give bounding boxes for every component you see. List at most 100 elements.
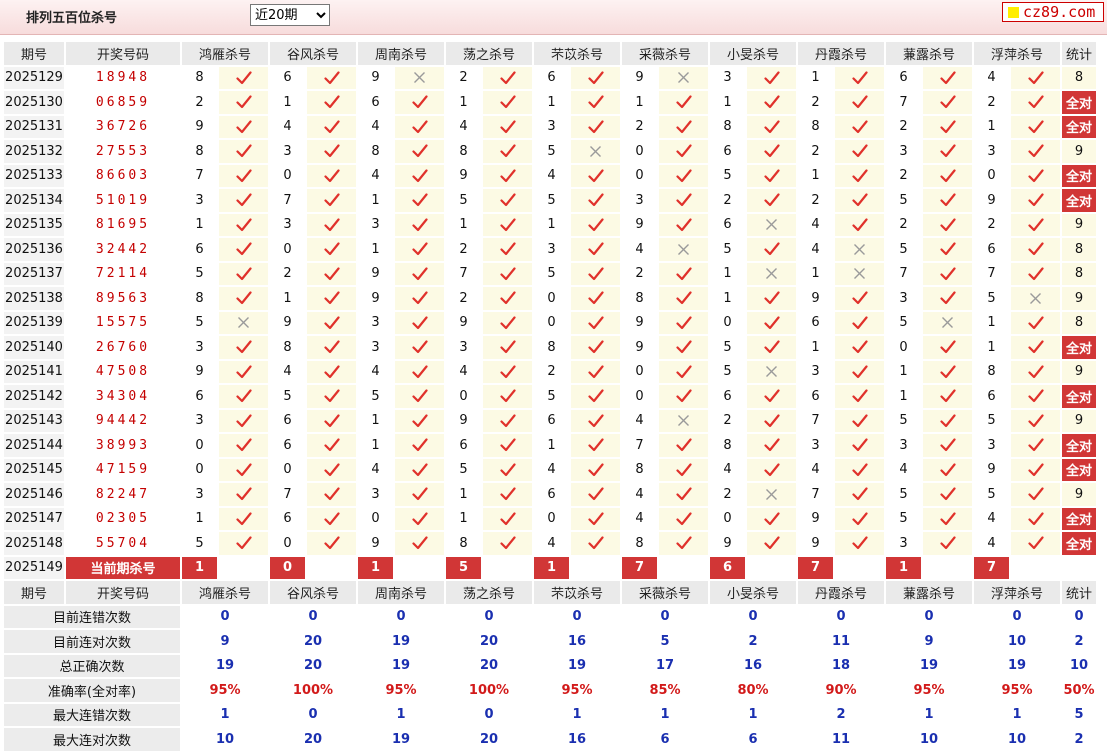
kill-number: 7 [886,262,921,285]
kill-number: 1 [798,164,833,187]
kill-number: 2 [886,164,921,187]
kill-number: 3 [886,287,921,310]
issue-number: 2025140 [4,336,64,359]
kill-number: 8 [710,434,745,457]
summary-value: 6 [622,728,708,751]
summary-value: 85% [622,679,708,702]
check-icon [219,532,268,555]
check-icon [219,66,268,89]
kill-number: 4 [358,458,393,481]
check-icon [659,287,708,310]
check-icon [747,140,796,163]
check-icon [307,507,356,530]
summary-value: 0 [1062,605,1096,628]
kill-number: 1 [710,262,745,285]
kill-number: 3 [534,238,569,261]
summary-value: 20 [270,630,356,653]
kill-number: 6 [182,385,217,408]
cross-icon [747,483,796,506]
table-row: 2025142 34304 6 5 5 0 5 0 6 6 1 6 全对 [4,385,1096,408]
kill-number: 3 [182,483,217,506]
check-icon [571,336,620,359]
current-kill-number: 0 [270,556,305,579]
check-icon [835,532,884,555]
current-kill-number: 1 [182,556,217,579]
kill-number: 3 [798,434,833,457]
kill-number: 3 [446,336,481,359]
summary-value: 100% [270,679,356,702]
check-icon [659,164,708,187]
check-icon [923,262,972,285]
summary-row: 总正确次数 19 20 19 20 19 17 16 18 19 19 10 [4,654,1096,677]
kill-number: 9 [622,66,657,89]
header-expert: 周南杀号 [358,581,444,604]
kill-number: 6 [974,238,1009,261]
check-icon [483,66,532,89]
current-kill-number: 1 [358,556,393,579]
kill-number: 9 [358,532,393,555]
top-bar: 排列五百位杀号 近20期 cz89.com [0,0,1107,35]
check-icon [571,507,620,530]
check-icon [659,336,708,359]
kill-number: 7 [270,483,305,506]
kill-number: 3 [974,434,1009,457]
check-icon [307,91,356,114]
summary-value: 16 [534,728,620,751]
summary-value: 90% [798,679,884,702]
cross-icon [835,262,884,285]
check-icon [395,311,444,334]
kill-number: 4 [358,115,393,138]
kill-number: 9 [798,532,833,555]
kill-number: 3 [886,140,921,163]
kill-number: 9 [446,409,481,432]
kill-number: 9 [798,507,833,530]
check-icon [219,238,268,261]
kill-number: 5 [182,311,217,334]
kill-number: 7 [798,483,833,506]
check-icon [659,115,708,138]
all-right-badge: 全对 [1062,336,1096,359]
kill-number: 0 [446,385,481,408]
kill-number: 6 [798,385,833,408]
kill-number: 4 [446,360,481,383]
kill-number: 6 [358,91,393,114]
check-icon [1011,91,1060,114]
check-icon [307,238,356,261]
kill-number: 6 [974,385,1009,408]
kill-number: 2 [182,91,217,114]
table-row: 2025141 47508 9 4 4 4 2 0 5 3 1 8 9 [4,360,1096,383]
kill-number: 8 [622,532,657,555]
summary-value: 20 [270,728,356,751]
site-logo[interactable]: cz89.com [1002,2,1104,22]
kill-number: 6 [710,213,745,236]
kill-number: 2 [886,213,921,236]
issue-number: 2025132 [4,140,64,163]
all-right-badge: 全对 [1062,91,1096,114]
kill-number-table: 期号 开奖号码 鸿雁杀号 谷风杀号 周南杀号 荡之杀号 芣苡杀号 采薇杀号 小旻杀号 丹霞杀号 蒹露… [2,40,1098,753]
kill-number: 3 [358,336,393,359]
check-icon [219,409,268,432]
kill-number: 0 [886,336,921,359]
check-icon [923,140,972,163]
period-select[interactable]: 近20期 [250,4,330,26]
kill-number: 6 [270,434,305,457]
check-icon [923,336,972,359]
kill-number: 5 [886,507,921,530]
kill-number: 8 [974,360,1009,383]
kill-number: 7 [622,434,657,457]
check-icon [307,213,356,236]
kill-number: 2 [974,91,1009,114]
header-expert: 芣苡杀号 [534,581,620,604]
check-icon [483,91,532,114]
summary-value: 5 [1062,703,1096,726]
check-icon [923,483,972,506]
kill-number: 9 [182,115,217,138]
hit-count: 8 [1062,238,1096,261]
header-expert: 鸿雁杀号 [182,581,268,604]
check-icon [659,483,708,506]
check-icon [395,507,444,530]
kill-number: 7 [446,262,481,285]
check-icon [395,532,444,555]
check-icon [923,532,972,555]
check-icon [395,91,444,114]
